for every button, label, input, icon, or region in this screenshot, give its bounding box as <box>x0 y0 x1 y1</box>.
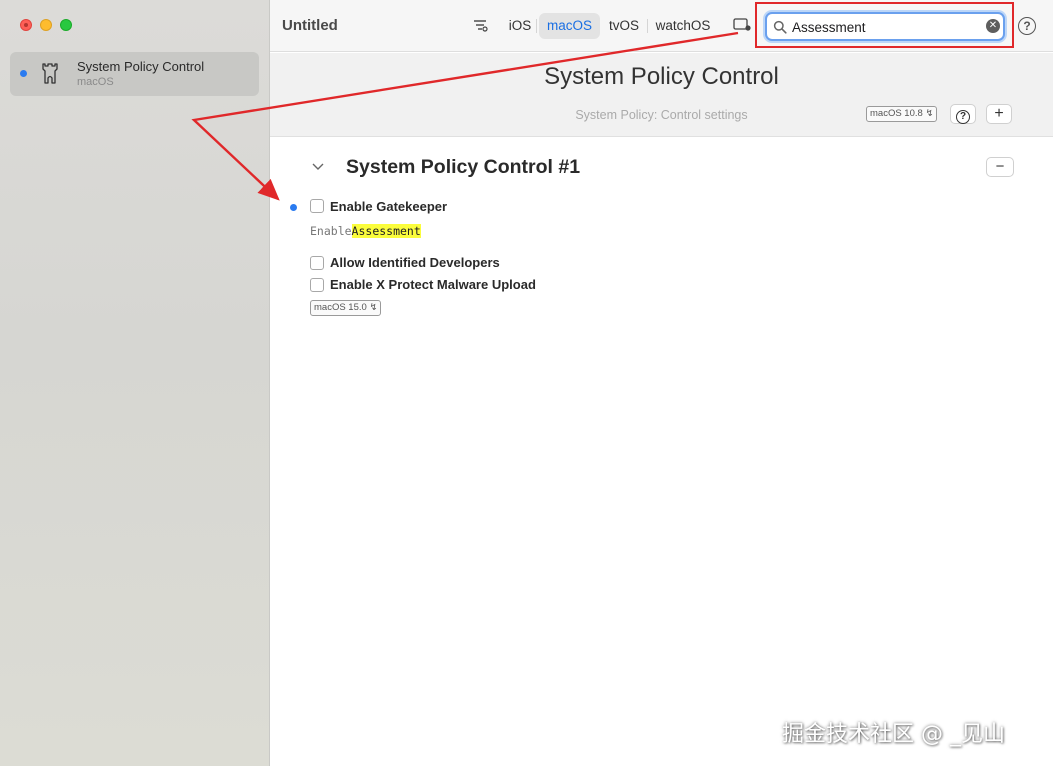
minimize-window-button[interactable] <box>40 19 52 31</box>
sidebar: System Policy Control macOS <box>0 0 270 766</box>
option-label: Enable Gatekeeper <box>330 199 448 214</box>
app-window: System Policy Control macOS Untitled iOS… <box>0 0 1053 766</box>
watermark: 掘金技术社区 @ _见山 <box>782 722 1005 747</box>
option-label: Enable X Protect Malware Upload <box>330 277 536 292</box>
option-label: Allow Identified Developers <box>330 255 500 270</box>
tab-ios[interactable]: iOS <box>506 13 534 39</box>
sidebar-item-subtitle: macOS <box>77 76 114 88</box>
help-icon[interactable]: ? <box>1018 17 1036 35</box>
window-title: Untitled <box>282 17 338 34</box>
remove-section-button[interactable]: − <box>986 157 1014 177</box>
version-badge: macOS 10.8 ↯ <box>866 106 938 122</box>
enable-gatekeeper-checkbox[interactable] <box>310 199 324 213</box>
sidebar-item-title: System Policy Control <box>77 59 205 74</box>
main-content: Untitled iOS macOS tvOS watchOS Assessme… <box>270 0 1053 766</box>
key-prefix: Enable <box>310 224 352 238</box>
tab-tvos[interactable]: tvOS <box>605 13 643 39</box>
question-icon: ? <box>956 110 970 124</box>
allow-identified-developers-checkbox[interactable] <box>310 256 324 270</box>
modified-dot <box>290 204 297 211</box>
payload-title: System Policy Control <box>544 63 779 90</box>
tab-divider <box>647 19 648 33</box>
tab-macos[interactable]: macOS <box>539 13 600 39</box>
payload-header: System Policy Control System Policy: Con… <box>270 53 1053 137</box>
toolbar: Untitled iOS macOS tvOS watchOS Assessme… <box>270 0 1053 52</box>
zoom-window-button[interactable] <box>60 19 72 31</box>
add-payload-button[interactable]: + <box>986 104 1012 124</box>
tab-divider <box>536 19 537 33</box>
tower-icon <box>42 63 58 84</box>
section-title: System Policy Control #1 <box>346 156 581 178</box>
version-badge: macOS 15.0 ↯ <box>310 300 382 316</box>
chevron-down-icon[interactable] <box>312 162 324 172</box>
sidebar-item-system-policy-control[interactable]: System Policy Control macOS <box>10 52 259 96</box>
enable-xprotect-upload-checkbox[interactable] <box>310 278 324 292</box>
filter-icon[interactable] <box>472 17 488 33</box>
annotation-highlight-box <box>755 2 1014 48</box>
tab-watchos[interactable]: watchOS <box>653 13 713 39</box>
device-preview-icon[interactable] <box>732 16 752 34</box>
payload-help-button[interactable]: ? <box>950 104 976 124</box>
search-match-highlight: Assessment <box>351 224 421 238</box>
modified-dot <box>20 70 27 77</box>
payload-key-name: EnableAssessment <box>310 224 421 238</box>
close-window-button[interactable] <box>20 19 32 31</box>
